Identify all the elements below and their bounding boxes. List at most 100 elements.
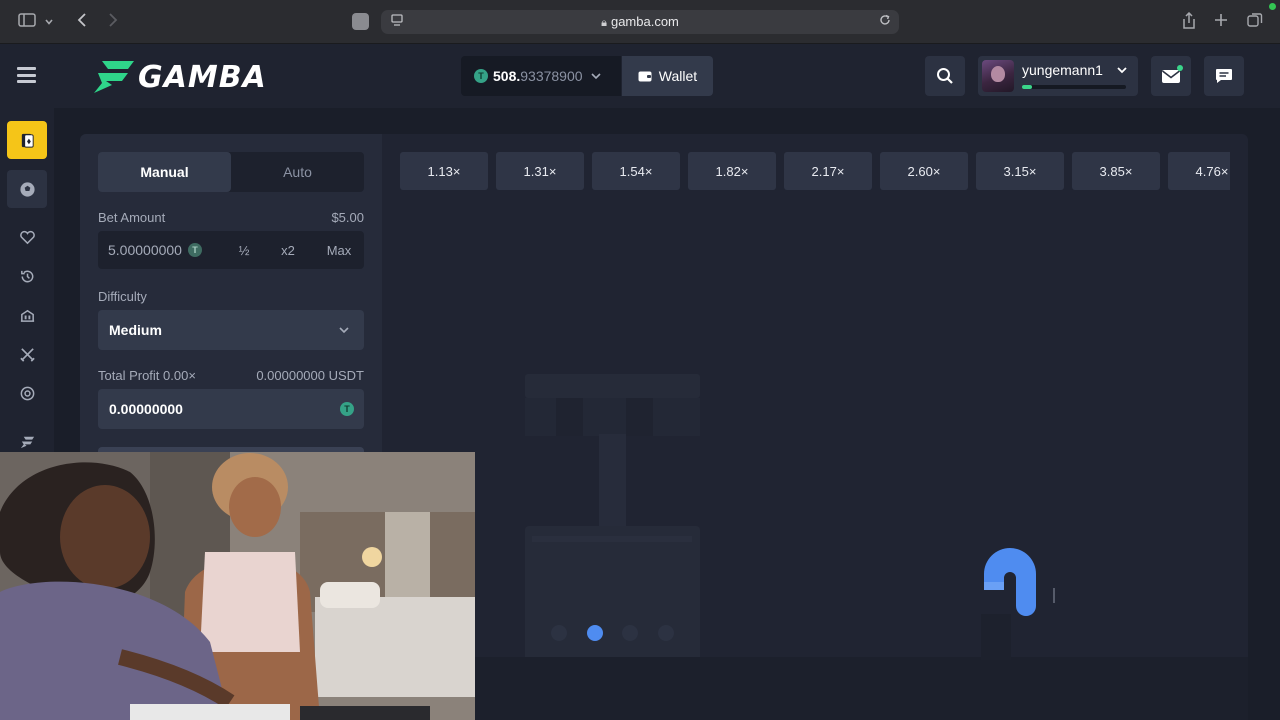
wallet-button[interactable]: Wallet — [622, 56, 713, 96]
rail-item-sports[interactable] — [7, 170, 47, 208]
double-bet-button[interactable]: x2 — [262, 243, 314, 258]
half-bet-button[interactable]: ½ — [226, 243, 262, 258]
lock-icon: 🔒︎ — [601, 16, 607, 29]
total-profit-label: Total Profit 0.00× — [98, 368, 196, 383]
heart-icon — [19, 230, 35, 244]
tab-overview-icon[interactable] — [1245, 12, 1265, 32]
bet-amount-input[interactable]: 5.00000000 T — [98, 242, 226, 258]
multiplier-tile: 1.82× — [688, 152, 776, 190]
search-button[interactable] — [925, 56, 965, 96]
tower-pillar — [599, 434, 626, 526]
tower-gap-left — [556, 398, 583, 436]
sidebar-toggle-icon[interactable] — [17, 12, 37, 32]
bet-amount-value: 5.00000000 — [108, 242, 182, 258]
history-icon — [20, 270, 33, 282]
chevron-down-icon — [590, 73, 601, 80]
gamba-small-logo-icon — [20, 436, 34, 448]
tab-manual[interactable]: Manual — [98, 152, 231, 192]
stage-dot — [551, 625, 567, 641]
rail-item-challenges[interactable] — [7, 296, 47, 334]
stage-dot — [586, 625, 603, 641]
back-arrow-icon[interactable] — [72, 12, 92, 32]
total-profit-amount: 0.00000000 USDT — [256, 368, 364, 383]
total-profit-value: 0.00000000 — [109, 401, 183, 417]
stage-dot — [657, 625, 674, 641]
magnet-icon — [984, 548, 1055, 616]
xp-progress-fill — [1022, 85, 1033, 89]
multiplier-tile: 4.76× — [1168, 152, 1230, 190]
multiplier-tile: 2.17× — [784, 152, 872, 190]
recording-indicator-icon — [1269, 3, 1276, 10]
cards-icon — [21, 133, 34, 148]
usdt-coin-icon: T — [340, 402, 354, 416]
webcam-overlay — [0, 452, 475, 720]
lifebuoy-icon — [20, 386, 34, 400]
difficulty-label: Difficulty — [98, 289, 147, 304]
balance-integer: 508. — [493, 68, 521, 84]
multiplier-tile: 3.15× — [976, 152, 1064, 190]
chevron-down-icon[interactable] — [42, 12, 56, 32]
soccer-ball-icon — [19, 181, 35, 197]
multiplier-tile: 3.85× — [1072, 152, 1160, 190]
multiplier-tile: 1.54× — [592, 152, 680, 190]
stage-dot — [622, 625, 638, 641]
url-text: gamba.com — [610, 14, 679, 29]
rail-item-recent[interactable] — [7, 257, 47, 295]
difficulty-value: Medium — [109, 322, 162, 338]
tab-auto[interactable]: Auto — [231, 152, 364, 192]
building-icon — [20, 309, 34, 322]
balance-selector[interactable]: T 508. 93378900 — [461, 56, 621, 96]
logo-text: GAMBA — [138, 59, 267, 95]
multiplier-track: 1.13× 1.31× 1.54× 1.82× 2.17× 2.60× 3.15× 3.85×… — [400, 152, 1230, 192]
menu-icon[interactable] — [17, 67, 36, 83]
bet-amount-row: 5.00000000 T ½ x2 Max — [98, 231, 364, 269]
tower-beam — [525, 398, 700, 436]
multiplier-tile: 2.60× — [880, 152, 968, 190]
site-header: GAMBA T 508. 93378900 Wallet yungemann1 — [0, 44, 1280, 108]
multiplier-tile: 1.31× — [496, 152, 584, 190]
gamba-logo[interactable]: GAMBA — [88, 54, 267, 100]
total-profit-field: 0.00000000 T — [98, 389, 364, 429]
xp-progress-bar — [1022, 85, 1126, 89]
rail-item-casino[interactable] — [7, 121, 47, 159]
chevron-down-icon — [1117, 67, 1127, 74]
username: yungemann1 — [1022, 62, 1103, 78]
difficulty-select[interactable]: Medium — [98, 310, 364, 350]
tower-base-lip — [532, 536, 692, 542]
new-tab-icon[interactable] — [1211, 12, 1231, 32]
share-icon[interactable] — [1179, 11, 1199, 32]
webcam-feed-image — [0, 452, 475, 720]
game-floor — [475, 657, 1248, 720]
tab-group-icon[interactable] — [352, 13, 369, 30]
wallet-label: Wallet — [658, 68, 698, 84]
rail-item-originals[interactable] — [7, 335, 47, 373]
multiplier-tile: 1.13× — [400, 152, 488, 190]
mode-tabs: Manual Auto — [98, 152, 364, 192]
search-icon — [937, 68, 953, 84]
reload-icon[interactable] — [875, 12, 895, 32]
chevron-down-icon — [339, 327, 349, 334]
forward-arrow-icon[interactable] — [103, 12, 123, 32]
address-bar[interactable]: 🔒︎ gamba.com — [381, 10, 899, 34]
usdt-coin-icon: T — [187, 243, 202, 257]
tower-top-slab — [525, 374, 700, 398]
bet-usd-value: $5.00 — [331, 210, 364, 225]
post-shadow — [981, 614, 1011, 660]
chat-button[interactable] — [1204, 56, 1244, 96]
gamba-logo-mark-icon — [94, 61, 134, 93]
tower-gap-right — [626, 398, 653, 436]
tower-base — [525, 526, 700, 661]
browser-toolbar: 🔒︎ gamba.com — [0, 0, 1280, 44]
max-bet-button[interactable]: Max — [314, 243, 364, 258]
notifications-button[interactable] — [1151, 56, 1191, 96]
chat-icon — [1216, 69, 1232, 83]
unread-dot-icon — [1177, 65, 1183, 71]
balance-decimals: 93378900 — [520, 68, 583, 84]
rail-item-favorites[interactable] — [7, 218, 47, 256]
crossed-swords-icon — [19, 347, 35, 362]
avatar — [982, 60, 1014, 92]
user-menu[interactable]: yungemann1 — [978, 56, 1138, 96]
usdt-coin-icon: T — [474, 69, 488, 83]
bet-amount-label: Bet Amount — [98, 210, 166, 225]
rail-item-support[interactable] — [7, 374, 47, 412]
